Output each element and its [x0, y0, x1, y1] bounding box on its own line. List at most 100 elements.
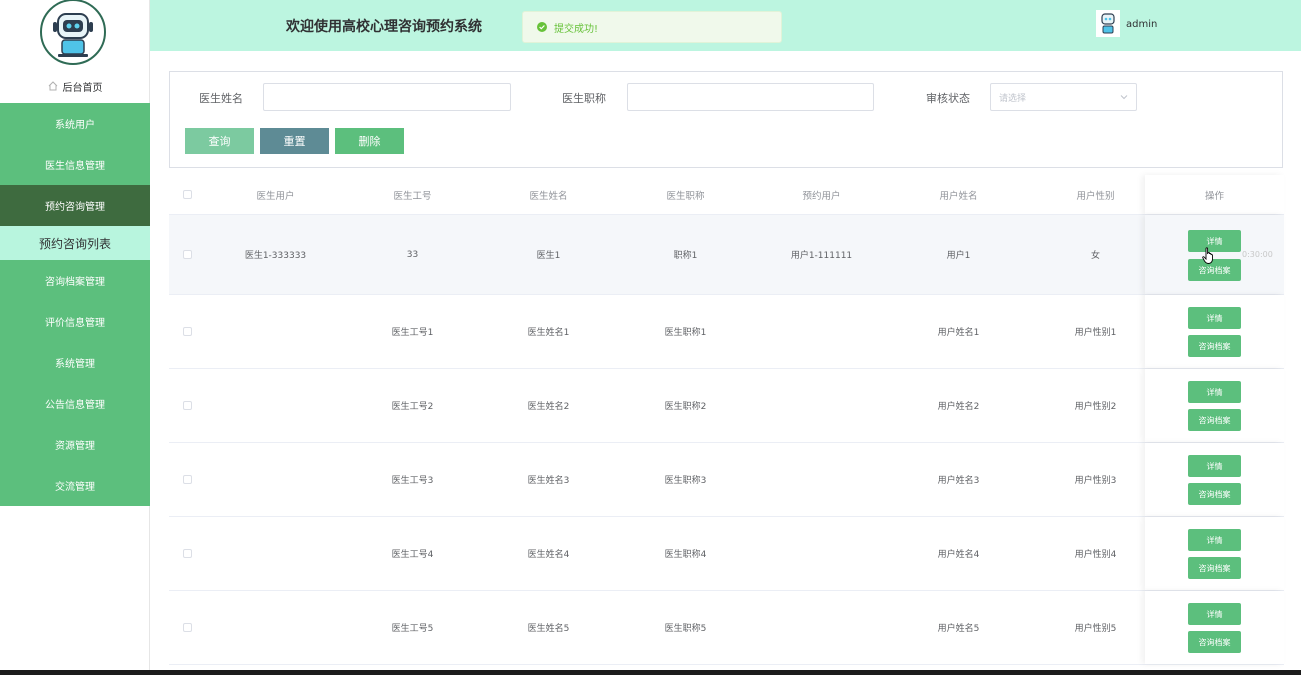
- cell-doctor-title: 职称1: [673, 251, 698, 261]
- cell-user-gender: 用户性别1: [1074, 328, 1117, 338]
- sidebar-item-label: 评价信息管理: [45, 318, 105, 329]
- cell-doctor-user: 医生1-333333: [244, 251, 307, 261]
- review-status-label: 审核状态: [926, 92, 970, 105]
- delete-button[interactable]: 删除: [335, 128, 404, 154]
- select-all-checkbox[interactable]: [183, 190, 192, 199]
- sidebar-item-review-mgmt[interactable]: 评价信息管理: [0, 301, 150, 342]
- ops-cell: 详情 咨询档案: [1145, 517, 1284, 590]
- sidebar-item-label: 资源管理: [55, 441, 95, 452]
- detail-button[interactable]: 详情: [1188, 529, 1241, 551]
- sidebar-subitem-appointment-list[interactable]: 预约咨询列表: [0, 226, 150, 260]
- row-select-cell: [169, 591, 206, 664]
- table-row[interactable]: 医生工号5 医生姓名5 医生职称5 用户姓名5 用户性别5 详情 咨询档案: [169, 591, 1284, 665]
- cell-doctor-name: 医生姓名2: [527, 402, 570, 412]
- column-header: 医生工号: [393, 190, 432, 202]
- cell-doctor-title: 医生职称5: [664, 624, 707, 634]
- cell-doctor-id: 医生工号4: [391, 550, 434, 560]
- detail-button[interactable]: 详情: [1188, 603, 1241, 625]
- page-title: 欢迎使用高校心理咨询预约系统: [286, 19, 482, 35]
- cell-user-gender: 用户性别3: [1074, 476, 1117, 486]
- cell-doctor-title: 医生职称1: [664, 328, 707, 338]
- table-row[interactable]: 医生工号1 医生姓名1 医生职称1 用户姓名1 用户性别1 详情 咨询档案: [169, 295, 1284, 369]
- sidebar-home[interactable]: 后台首页: [0, 77, 150, 95]
- archive-button[interactable]: 咨询档案: [1188, 557, 1241, 579]
- cell-doctor-id: 33: [406, 249, 419, 260]
- row-checkbox[interactable]: [183, 623, 192, 632]
- sidebar-item-resource-mgmt[interactable]: 资源管理: [0, 424, 150, 465]
- doctor-name-input[interactable]: [263, 83, 511, 111]
- detail-button[interactable]: 详情: [1188, 381, 1241, 403]
- table-header: 医生用户 医生工号 医生姓名 医生职称 预约用户 用户姓名 用户性别 操作: [169, 175, 1284, 215]
- hand-cursor-icon: [1202, 247, 1213, 264]
- ops-cell: 详情 咨询档案: [1145, 443, 1284, 516]
- table-row[interactable]: 医生工号2 医生姓名2 医生职称2 用户姓名2 用户性别2 详情 咨询档案: [169, 369, 1284, 443]
- row-checkbox[interactable]: [183, 327, 192, 336]
- row-checkbox[interactable]: [183, 475, 192, 484]
- sidebar-item-label: 交流管理: [55, 482, 95, 493]
- doctor-title-input[interactable]: [627, 83, 874, 111]
- column-header: 医生职称: [666, 190, 705, 202]
- cell-booking-user: [753, 369, 890, 442]
- ops-cell: 详情 咨询档案: [1145, 369, 1284, 442]
- archive-button[interactable]: 咨询档案: [1188, 409, 1241, 431]
- sidebar-item-label: 预约咨询列表: [38, 236, 111, 251]
- cell-doctor-id: 医生工号2: [391, 402, 434, 412]
- sidebar-item-archive-mgmt[interactable]: 咨询档案管理: [0, 260, 150, 301]
- cell-user-name: 用户姓名3: [937, 476, 980, 486]
- detail-button[interactable]: 详情: [1188, 455, 1241, 477]
- chevron-down-icon: [1120, 95, 1128, 100]
- select-all-cell: [169, 175, 206, 214]
- cell-doctor-name: 医生姓名5: [527, 624, 570, 634]
- sidebar-item-exchange-mgmt[interactable]: 交流管理: [0, 465, 150, 506]
- cell-booking-user: 用户1-111111: [790, 251, 853, 261]
- avatar[interactable]: [1096, 10, 1120, 37]
- review-status-placeholder: 请选择: [999, 93, 1027, 104]
- robot-logo-icon: [40, 0, 106, 65]
- sidebar-menu: 系统用户 医生信息管理 预约咨询管理 预约咨询列表 咨询档案管理 评价信息管理 …: [0, 103, 150, 506]
- review-status-select[interactable]: 请选择: [990, 83, 1137, 111]
- row-select-cell: [169, 443, 206, 516]
- sidebar-item-appointment-mgmt[interactable]: 预约咨询管理: [0, 185, 150, 226]
- row-select-cell: [169, 295, 206, 368]
- archive-button[interactable]: 咨询档案: [1188, 335, 1241, 357]
- cell-user-gender: 用户性别2: [1074, 402, 1117, 412]
- sidebar: 后台首页 系统用户 医生信息管理 预约咨询管理 预约咨询列表 咨询档案管理 评价…: [0, 0, 150, 670]
- row-checkbox[interactable]: [183, 549, 192, 558]
- detail-button[interactable]: 详情: [1188, 307, 1241, 329]
- archive-button[interactable]: 咨询档案: [1188, 631, 1241, 653]
- query-button[interactable]: 查询: [185, 128, 254, 154]
- sidebar-item-system-users[interactable]: 系统用户: [0, 103, 150, 144]
- hidden-time-text: 0:30:00: [1242, 250, 1273, 259]
- column-header: 用户姓名: [939, 190, 978, 202]
- row-checkbox[interactable]: [183, 401, 192, 410]
- reset-button[interactable]: 重置: [260, 128, 329, 154]
- cell-user-name: 用户1: [946, 251, 971, 261]
- cell-user-name: 用户姓名2: [937, 402, 980, 412]
- doctor-name-label: 医生姓名: [199, 92, 243, 105]
- table-row[interactable]: 医生1-333333 33 医生1 职称1 用户1-111111 用户1 女 详…: [169, 215, 1284, 295]
- success-toast: 提交成功!: [522, 11, 782, 43]
- ops-cell: 详情 咨询档案: [1145, 591, 1284, 664]
- doctor-title-label: 医生职称: [562, 92, 606, 105]
- home-icon: [48, 81, 57, 91]
- sidebar-item-label: 系统用户: [55, 120, 95, 131]
- app-frame: 后台首页 系统用户 医生信息管理 预约咨询管理 预约咨询列表 咨询档案管理 评价…: [0, 0, 1301, 675]
- cell-user-name: 用户姓名4: [937, 550, 980, 560]
- table-row[interactable]: 医生工号4 医生姓名4 医生职称4 用户姓名4 用户性别4 详情 咨询档案: [169, 517, 1284, 591]
- row-select-cell: [169, 215, 206, 294]
- sidebar-item-label: 公告信息管理: [45, 400, 105, 411]
- toast-message: 提交成功!: [554, 23, 599, 35]
- cell-doctor-user: [207, 591, 344, 664]
- sidebar-item-system-mgmt[interactable]: 系统管理: [0, 342, 150, 383]
- archive-button[interactable]: 咨询档案: [1188, 483, 1241, 505]
- sidebar-item-doctor-info[interactable]: 医生信息管理: [0, 144, 150, 185]
- sidebar-item-notice-mgmt[interactable]: 公告信息管理: [0, 383, 150, 424]
- cell-user-gender: 用户性别4: [1074, 550, 1117, 560]
- row-checkbox[interactable]: [183, 250, 192, 259]
- sidebar-item-label: 预约咨询管理: [45, 202, 105, 213]
- username[interactable]: admin: [1126, 19, 1157, 30]
- table-row[interactable]: 医生工号3 医生姓名3 医生职称3 用户姓名3 用户性别3 详情 咨询档案: [169, 443, 1284, 517]
- row-select-cell: [169, 517, 206, 590]
- search-panel: 医生姓名 医生职称 审核状态 请选择 查询 重置 删除: [169, 71, 1283, 168]
- sidebar-item-label: 医生信息管理: [45, 161, 105, 172]
